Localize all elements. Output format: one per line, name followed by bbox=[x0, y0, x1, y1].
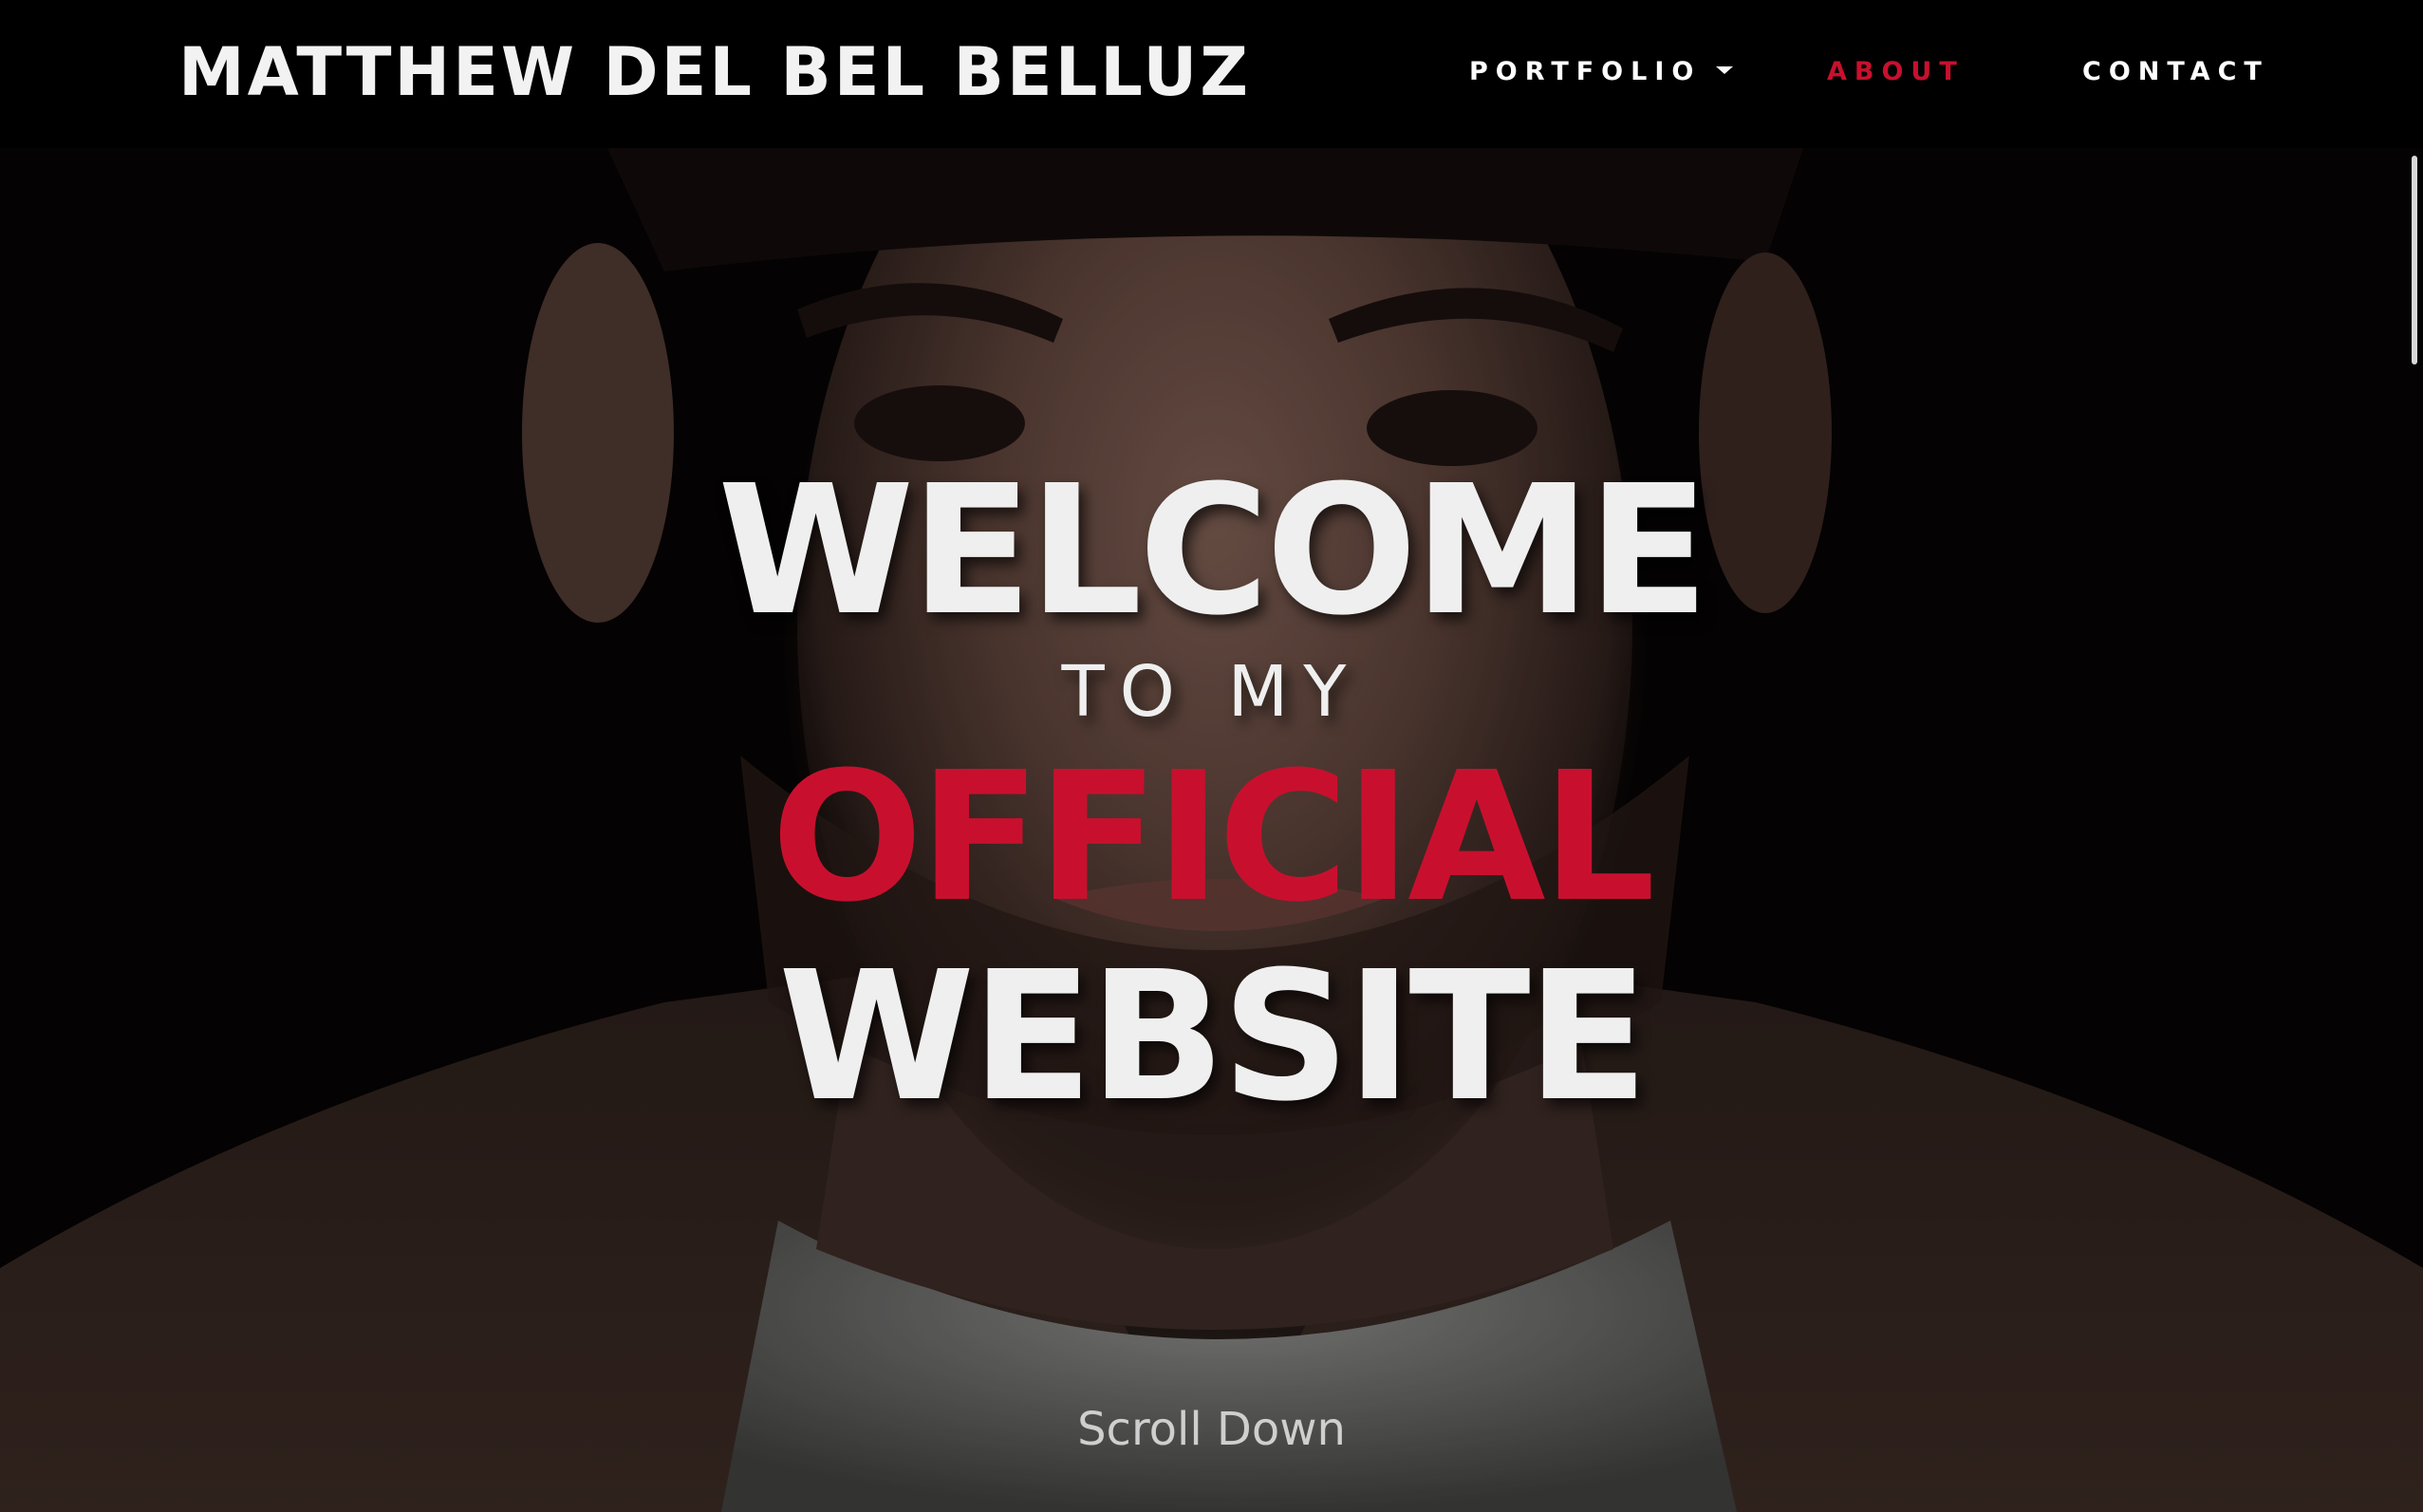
chevron-down-icon bbox=[1715, 65, 1733, 74]
nav-item-contact[interactable]: CONTACT bbox=[2082, 0, 2269, 144]
scrollbar-thumb[interactable] bbox=[2412, 156, 2417, 364]
nav-item-about[interactable]: ABOUT bbox=[1827, 0, 1965, 144]
hero-title-website: WEBSITE bbox=[777, 933, 1649, 1141]
navbar: MATTHEW DEL BEL BELLUZ PORTFOLIO ABOUT C… bbox=[0, 0, 2423, 148]
page: MATTHEW DEL BEL BELLUZ PORTFOLIO ABOUT C… bbox=[0, 0, 2423, 1512]
hero-title-to-my: TO MY bbox=[1061, 651, 1362, 733]
nav-item-label: PORTFOLIO bbox=[1469, 57, 1702, 86]
scroll-down-link[interactable]: Scroll Down bbox=[0, 1401, 2423, 1458]
brand-logo-text[interactable]: MATTHEW DEL BEL BELLUZ bbox=[178, 0, 1251, 144]
nav-item-portfolio[interactable]: PORTFOLIO bbox=[1469, 0, 1733, 144]
hero-title-welcome: WELCOME bbox=[718, 447, 1709, 655]
nav-item-label: CONTACT bbox=[2082, 57, 2269, 86]
hero-section: WELCOME TO MY OFFICIAL WEBSITE Scroll Do… bbox=[0, 148, 2423, 1512]
nav-item-label: ABOUT bbox=[1827, 57, 1965, 86]
hero-title-official: OFFICIAL bbox=[771, 734, 1656, 942]
